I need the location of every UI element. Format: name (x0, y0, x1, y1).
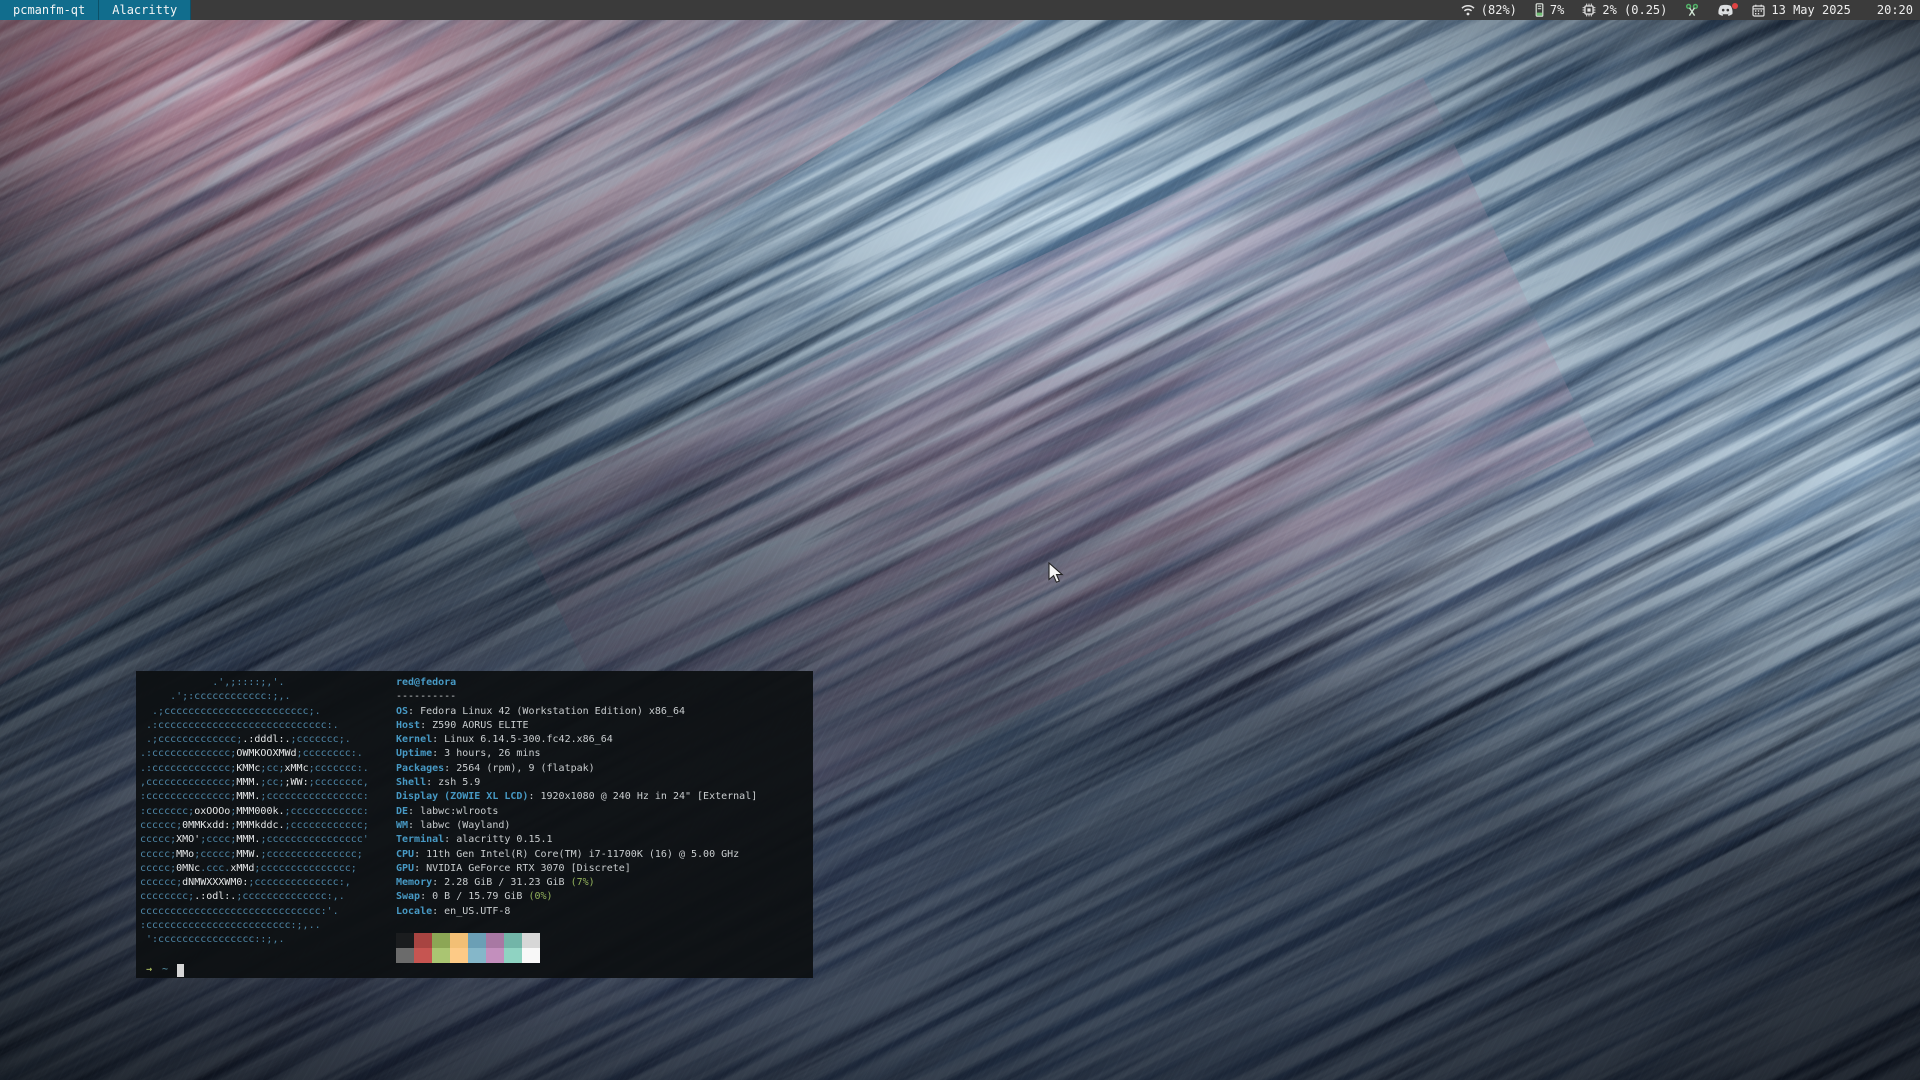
fastfetch-output: .',;::::;,'. .';:cccccccccccc:;,. .;cccc… (140, 676, 813, 963)
palette-swatch (450, 948, 468, 963)
fedora-ascii-logo: .',;::::;,'. .';:cccccccccccc:;,. .;cccc… (140, 676, 396, 948)
fetch-info-column: red@fedora ---------- OS: Fedora Linux 4… (396, 676, 757, 963)
palette-row-normal (396, 933, 757, 948)
taskbar-window-pcmanfm-qt[interactable]: pcmanfm-qt (0, 0, 99, 20)
top-panel: pcmanfm-qtAlacritty (82%) (0, 0, 1920, 20)
discord-icon (1717, 4, 1734, 17)
fetch-info: red@fedora ---------- OS: Fedora Linux 4… (396, 676, 757, 919)
palette-swatch (450, 933, 468, 948)
memory-usage-label: 7% (1550, 3, 1564, 17)
calendar-icon (1752, 4, 1765, 17)
screenshot-tool-tray-item[interactable] (1685, 3, 1699, 17)
palette-swatch (414, 948, 432, 963)
palette-swatch (414, 933, 432, 948)
clock-date[interactable]: 13 May 2025 (1752, 3, 1850, 17)
mouse-cursor (1048, 562, 1066, 588)
memory-icon (1535, 3, 1544, 17)
discord-tray-item[interactable] (1717, 4, 1734, 17)
status-tray: (82%) 7% (1443, 0, 1920, 20)
terminal-window[interactable]: .',;::::;,'. .';:cccccccccccc:;,. .;cccc… (136, 671, 813, 978)
color-palette (396, 933, 757, 963)
taskbar-window-list: pcmanfm-qtAlacritty (0, 0, 191, 20)
palette-row-bright (396, 948, 757, 963)
discord-notification-dot (1732, 3, 1738, 9)
palette-swatch (486, 948, 504, 963)
palette-swatch (468, 948, 486, 963)
time-label: 20:20 (1877, 3, 1913, 17)
palette-swatch (396, 948, 414, 963)
clock-time[interactable]: 20:20 (1877, 3, 1913, 17)
terminal-block-cursor (177, 964, 184, 977)
prompt-arrow: → (146, 963, 152, 977)
palette-swatch (504, 948, 522, 963)
taskbar-window-Alacritty[interactable]: Alacritty (99, 0, 191, 20)
palette-swatch (396, 933, 414, 948)
cpu-indicator[interactable]: 2% (0.25) (1582, 3, 1667, 17)
wifi-icon (1461, 4, 1475, 16)
palette-swatch (486, 933, 504, 948)
date-label: 13 May 2025 (1771, 3, 1850, 17)
palette-swatch (432, 933, 450, 948)
wifi-strength-label: (82%) (1481, 3, 1517, 17)
cpu-usage-label: 2% (0.25) (1602, 3, 1667, 17)
palette-swatch (432, 948, 450, 963)
shell-prompt: → ~ (140, 963, 813, 977)
cpu-icon (1582, 3, 1596, 17)
memory-indicator[interactable]: 7% (1535, 3, 1564, 17)
palette-swatch (522, 948, 540, 963)
palette-swatch (468, 933, 486, 948)
network-indicator[interactable]: (82%) (1461, 3, 1517, 17)
palette-swatch (504, 933, 522, 948)
palette-swatch (522, 933, 540, 948)
prompt-path: ~ (162, 963, 168, 977)
scissors-icon (1685, 3, 1699, 17)
